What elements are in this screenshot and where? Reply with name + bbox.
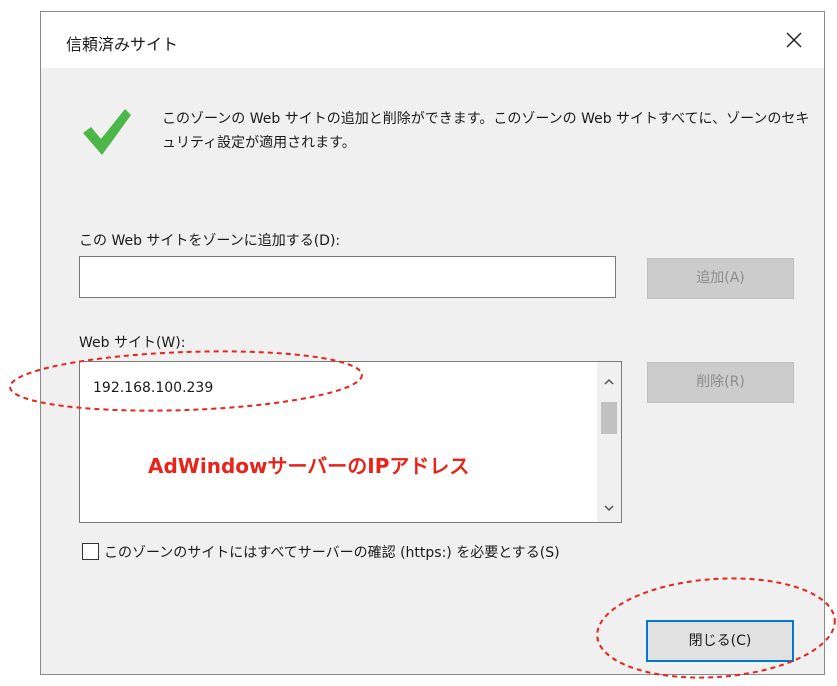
remove-button[interactable]: 削除(R) xyxy=(647,362,794,403)
add-button[interactable]: 追加(A) xyxy=(647,258,794,299)
annotation-callout-text: AdWindowサーバーのIPアドレス xyxy=(148,454,470,478)
list-scrollbar[interactable] xyxy=(597,362,621,522)
scroll-up-button[interactable] xyxy=(597,372,621,392)
chevron-up-icon xyxy=(604,378,614,385)
websites-list[interactable]: 192.168.100.239 AdWindowサーバーのIPアドレス xyxy=(79,361,622,523)
zone-info-text: このゾーンの Web サイトの追加と削除ができます。このゾーンの Web サイト… xyxy=(162,111,810,151)
https-checkbox[interactable] xyxy=(82,543,99,560)
close-button[interactable]: 閉じる(C) xyxy=(646,620,794,662)
list-item[interactable]: 192.168.100.239 xyxy=(93,380,213,396)
screenshot-stage: 信頼済みサイト このゾーンの Web サイトの追加と削除ができます。このゾーンの… xyxy=(0,0,837,686)
trusted-sites-dialog: 信頼済みサイト このゾーンの Web サイトの追加と削除ができます。このゾーンの… xyxy=(40,11,825,675)
title-bar: 信頼済みサイト xyxy=(41,12,824,68)
https-checkbox-label[interactable]: このゾーンのサイトにはすべてサーバーの確認 (https:) を必要とする(S) xyxy=(104,542,560,562)
add-site-input[interactable] xyxy=(79,256,616,298)
chevron-down-icon xyxy=(604,505,614,512)
close-window-button[interactable] xyxy=(764,12,824,68)
add-site-label: この Web サイトをゾーンに追加する(D): xyxy=(79,233,341,249)
dialog-title: 信頼済みサイト xyxy=(66,35,179,54)
checkmark-icon xyxy=(83,109,131,155)
scroll-down-button[interactable] xyxy=(597,498,621,518)
websites-label: Web サイト(W): xyxy=(79,335,186,351)
scroll-thumb[interactable] xyxy=(601,402,617,434)
close-icon xyxy=(786,32,802,48)
